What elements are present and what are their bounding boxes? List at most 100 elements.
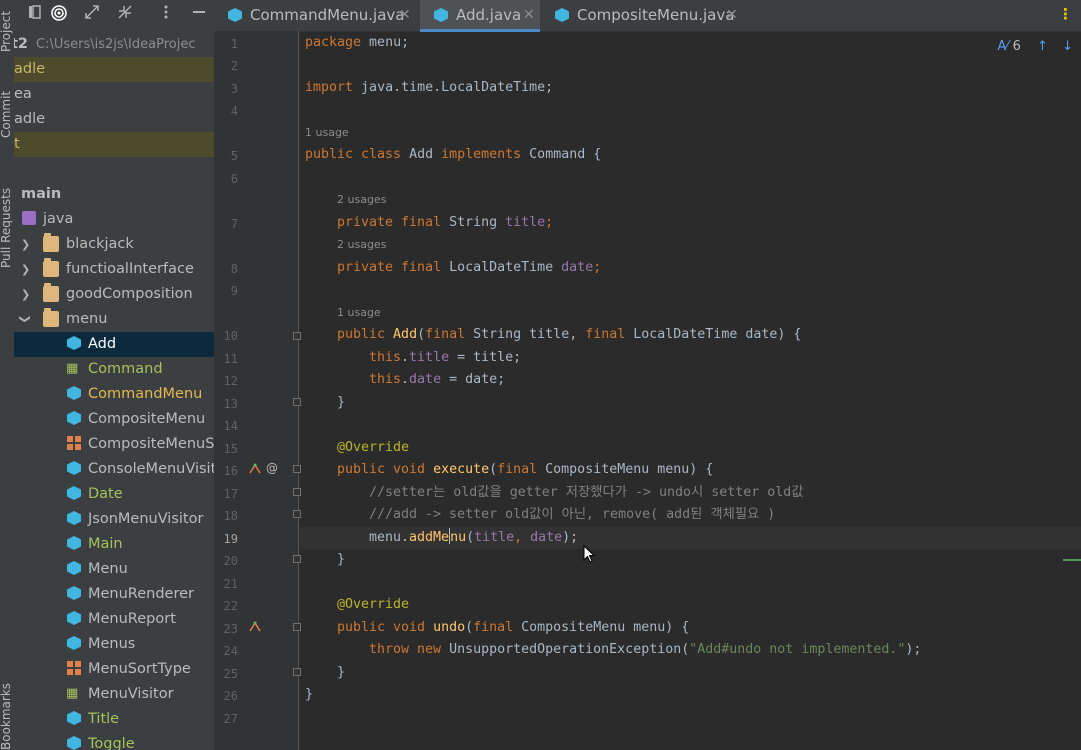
class-icon xyxy=(67,586,81,600)
bookmarks-tool-button[interactable]: Bookmarks xyxy=(0,683,13,750)
line-number: 25 xyxy=(223,667,238,681)
tree-folder-goodcomposition[interactable]: ❯ goodComposition xyxy=(14,282,214,307)
library-icon[interactable] xyxy=(24,4,46,26)
tree-file-commandmenu[interactable]: CommandMenu xyxy=(14,382,214,407)
folder-icon xyxy=(43,233,59,252)
tree-folder-java[interactable]: java xyxy=(14,207,214,232)
tree-file-compositemenusorttype[interactable]: CompositeMenuSo xyxy=(14,432,214,457)
fold-marker[interactable] xyxy=(293,623,301,631)
interface-icon: ▦ xyxy=(66,361,79,376)
usage-hint[interactable]: 1 usage xyxy=(305,126,349,139)
tree-file-menureport[interactable]: MenuReport xyxy=(14,607,214,632)
more-vertical-icon[interactable] xyxy=(155,4,177,26)
tree-file-main[interactable]: Main xyxy=(14,532,214,557)
line-number: 23 xyxy=(223,622,238,636)
fold-marker[interactable] xyxy=(293,510,301,518)
tab-compositemenu[interactable]: CompositeMenu.java ✕ xyxy=(541,0,751,31)
line-number: 17 xyxy=(223,487,238,501)
tree-folder-main[interactable]: main xyxy=(14,182,214,207)
class-icon xyxy=(67,511,81,525)
tree-folder-menu[interactable]: ❯ menu xyxy=(14,307,214,332)
line-number: 11 xyxy=(223,352,238,366)
enum-icon xyxy=(67,661,81,675)
class-icon xyxy=(67,486,81,500)
close-icon[interactable]: ✕ xyxy=(726,0,738,31)
root-name: t2 xyxy=(14,36,29,52)
line-number: 21 xyxy=(223,577,238,591)
source-folder-icon xyxy=(22,211,36,225)
fold-marker[interactable] xyxy=(293,555,301,563)
commit-tool-button[interactable]: Commit xyxy=(0,91,13,138)
tree-root[interactable]: t2 C:\Users\is2js\IdeaProjec xyxy=(14,32,214,57)
minimize-icon[interactable] xyxy=(188,4,210,26)
tree-file-consolemenuvisitor[interactable]: ConsoleMenuVisito xyxy=(14,457,214,482)
tree-file-menus[interactable]: Menus xyxy=(14,632,214,657)
project-tool-button[interactable]: Project xyxy=(0,11,13,52)
chevron-down-icon[interactable]: ❯ xyxy=(14,315,38,325)
tree-folder-functioalinterface[interactable]: ❯ functioalInterface xyxy=(14,257,214,282)
fold-marker[interactable] xyxy=(293,668,301,676)
implementation-icon[interactable] xyxy=(248,463,262,478)
code-line: ///add -> setter old값이 아닌, remove( add된 … xyxy=(369,507,776,522)
tree-item[interactable]: t xyxy=(14,132,214,157)
pull-requests-tool-button[interactable]: Pull Requests xyxy=(0,188,13,268)
arrow-down-icon[interactable]: ↓ xyxy=(1062,39,1073,54)
usage-hint[interactable]: 1 usage xyxy=(337,306,381,319)
close-icon[interactable]: ✕ xyxy=(399,0,411,31)
code-line: @Override xyxy=(337,440,410,455)
editor-tab-bar: CommandMenu.java ✕ Add.java ✕ CompositeM… xyxy=(214,0,1081,32)
tree-file-add[interactable]: Add xyxy=(14,332,214,357)
code-area[interactable]: package menu; import java.time.LocalDate… xyxy=(299,31,1081,750)
tool-window-strip: Project Commit Pull Requests Bookmarks xyxy=(0,0,15,750)
inspection-widget[interactable]: A⁄ 6 ↑ ↓ xyxy=(997,39,1073,54)
fold-marker[interactable] xyxy=(293,332,301,340)
more-vertical-icon[interactable]: ⋮ xyxy=(1058,5,1073,23)
tab-add[interactable]: Add.java ✕ xyxy=(420,0,540,32)
collapse-icon[interactable] xyxy=(114,4,136,26)
line-number: 19 xyxy=(223,532,238,546)
mouse-pointer-icon xyxy=(583,544,596,567)
tree-file-jsonmenuvisitor[interactable]: JsonMenuVisitor xyxy=(14,507,214,532)
line-number: 27 xyxy=(223,712,238,726)
line-number: 20 xyxy=(223,554,238,568)
fold-marker[interactable] xyxy=(293,488,301,496)
code-line: } xyxy=(337,395,346,410)
tree-folder-blackjack[interactable]: ❯ blackjack xyxy=(14,232,214,257)
chevron-right-icon[interactable]: ❯ xyxy=(21,257,31,282)
tree-file-menu[interactable]: Menu xyxy=(14,557,214,582)
usage-hint[interactable]: 2 usages xyxy=(337,193,386,206)
tree-item[interactable]: ea xyxy=(14,82,214,107)
code-line: import java.time.LocalDateTime; xyxy=(305,80,554,95)
chevron-right-icon[interactable]: ❯ xyxy=(21,282,31,307)
tree-file-command[interactable]: ▦ Command xyxy=(14,357,214,382)
inspection-icon[interactable]: A⁄ xyxy=(997,39,1008,54)
folder-icon xyxy=(43,258,59,277)
tree-file-date[interactable]: Date xyxy=(14,482,214,507)
target-icon[interactable] xyxy=(48,4,70,26)
tree-file-menuvisitor[interactable]: ▦ MenuVisitor xyxy=(14,682,214,707)
override-icon[interactable]: @ xyxy=(266,461,278,475)
fold-marker[interactable] xyxy=(293,398,301,406)
arrow-up-icon[interactable]: ↑ xyxy=(1037,39,1048,54)
interface-icon: ▦ xyxy=(66,686,79,701)
project-toolbar xyxy=(14,0,214,30)
tab-commandmenu[interactable]: CommandMenu.java ✕ xyxy=(214,0,419,31)
tree-file-title[interactable]: Title xyxy=(14,707,214,732)
chevron-right-icon[interactable]: ❯ xyxy=(21,232,31,257)
fold-marker[interactable] xyxy=(293,465,301,473)
tree-item[interactable]: adle xyxy=(14,57,214,82)
expand-icon[interactable] xyxy=(81,4,103,26)
line-number: 14 xyxy=(223,419,238,433)
tree-file-compositemenu[interactable]: CompositeMenu xyxy=(14,407,214,432)
code-line: public void execute(final CompositeMenu … xyxy=(337,462,714,477)
tree-item[interactable]: adle xyxy=(14,107,214,132)
tree-file-toggle[interactable]: Toggle xyxy=(14,732,214,750)
line-number: 7 xyxy=(230,217,238,231)
tree-file-menusorttype[interactable]: MenuSortType xyxy=(14,657,214,682)
implementation-icon[interactable] xyxy=(248,621,262,636)
line-number: 24 xyxy=(223,644,238,658)
usage-hint[interactable]: 2 usages xyxy=(337,238,386,251)
class-icon xyxy=(67,711,81,725)
close-icon[interactable]: ✕ xyxy=(523,0,535,31)
tree-file-menurenderer[interactable]: MenuRenderer xyxy=(14,582,214,607)
